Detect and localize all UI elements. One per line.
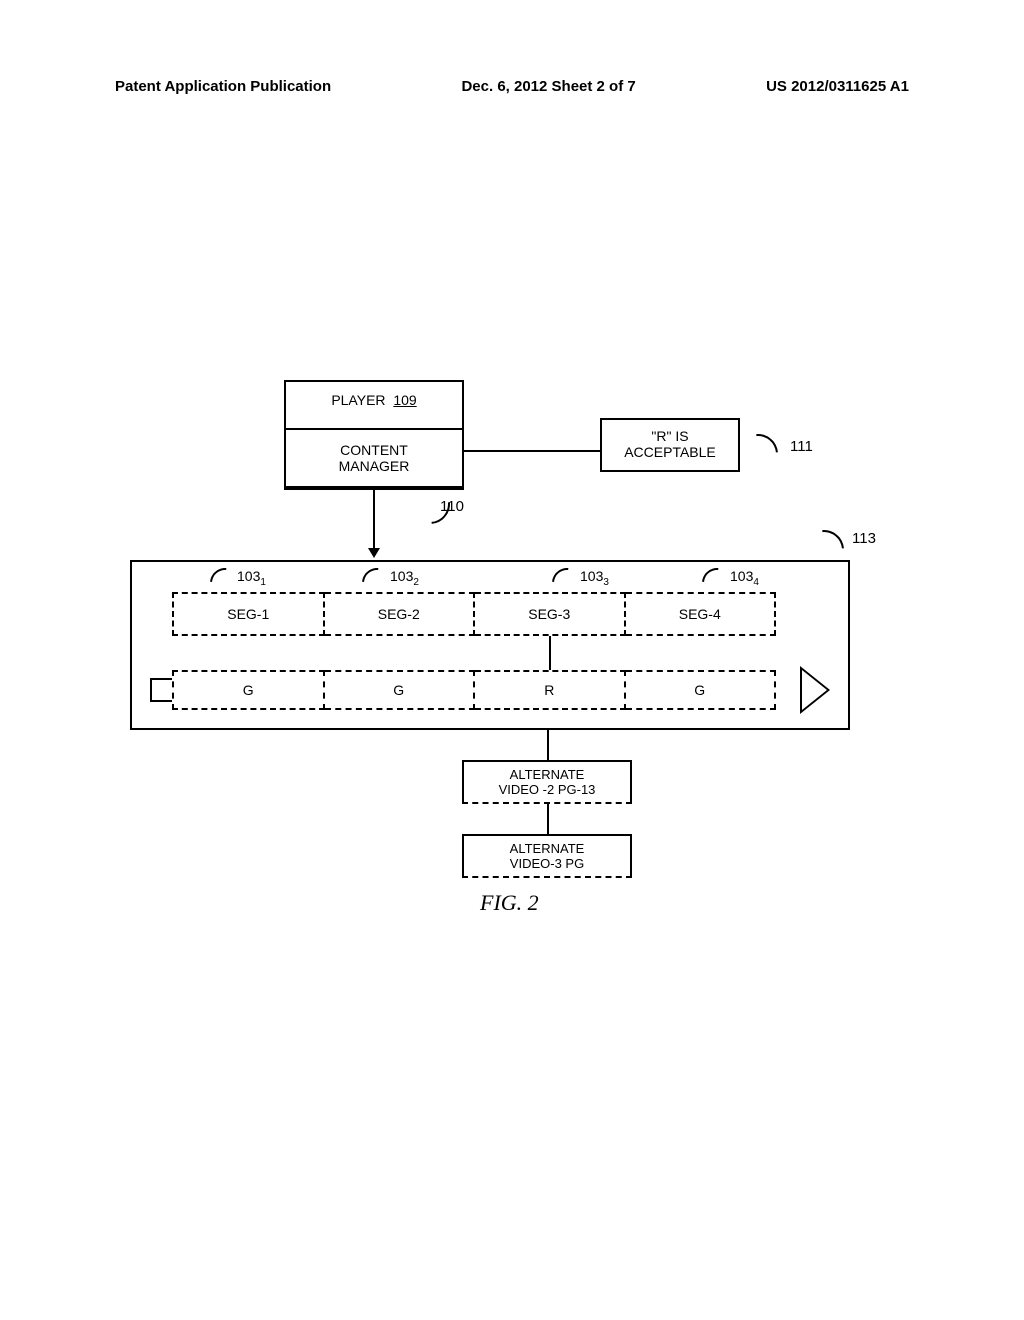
header-center: Dec. 6, 2012 Sheet 2 of 7 (461, 78, 635, 95)
page-header: Patent Application Publication Dec. 6, 2… (0, 78, 1024, 95)
ref-111: 111 (790, 438, 813, 455)
ratings-arrow: G G R G (150, 670, 830, 710)
r-acceptable-box: "R" IS ACCEPTABLE (600, 418, 740, 472)
connector-player-down (373, 490, 375, 550)
header-right: US 2012/0311625 A1 (766, 78, 909, 95)
rating-cell: G (172, 670, 325, 710)
connector-seg3-rating (549, 636, 551, 670)
figure-caption: FIG. 2 (480, 890, 539, 916)
alternate-video-2-label: ALTERNATE VIDEO-3 PG (510, 841, 585, 871)
ref-103-3-sub: 3 (603, 577, 609, 588)
segment-cell: SEG-1 (172, 592, 325, 636)
content-manager-box: CONTENT MANAGER (284, 428, 464, 488)
ref-103-2-sub: 2 (413, 577, 419, 588)
ratings-row: G G R G (172, 670, 776, 710)
player-box: PLAYER 109 CONTENT MANAGER (284, 380, 464, 490)
ref-103-4: 1034 (730, 568, 759, 588)
ref-113: 113 (852, 530, 876, 547)
rating-cell: G (325, 670, 476, 710)
ref-103-3-num: 103 (580, 568, 603, 584)
arrow-head-inner (802, 670, 827, 710)
content-manager-label: CONTENT MANAGER (339, 442, 410, 474)
connector-player-to-accept (464, 450, 600, 452)
ref-103-4-num: 103 (730, 568, 753, 584)
ref-110: 110 (440, 498, 464, 515)
connector-alt1-alt2 (547, 804, 549, 834)
alternate-video-1-label: ALTERNATE VIDEO -2 PG-13 (499, 767, 596, 797)
alternate-video-1-box: ALTERNATE VIDEO -2 PG-13 (462, 760, 632, 804)
ref-103-1-num: 103 (237, 568, 260, 584)
ref-103-2: 1032 (390, 568, 419, 588)
ref-103-1-sub: 1 (260, 577, 266, 588)
ref-103-3: 1033 (580, 568, 609, 588)
rating-cell: R (475, 670, 626, 710)
ref-103-2-num: 103 (390, 568, 413, 584)
rating-cell: G (626, 670, 777, 710)
arrow-down-icon (368, 548, 380, 558)
page: Patent Application Publication Dec. 6, 2… (0, 0, 1024, 1320)
arrow-tail-icon (150, 678, 172, 702)
r-acceptable-label: "R" IS ACCEPTABLE (624, 428, 716, 460)
container-113: 1031 1032 1033 1034 SEG-1 SEG-2 SEG-3 SE… (130, 560, 850, 730)
alternate-video-2-box: ALTERNATE VIDEO-3 PG (462, 834, 632, 878)
player-label: PLAYER (331, 392, 385, 408)
segment-cell: SEG-2 (325, 592, 476, 636)
connector-rating-alt1 (547, 730, 549, 760)
player-title: PLAYER 109 (286, 382, 462, 408)
segments-row: SEG-1 SEG-2 SEG-3 SEG-4 (172, 592, 776, 636)
ref-103-4-sub: 4 (753, 577, 759, 588)
ref-103-1: 1031 (237, 568, 266, 588)
header-left: Patent Application Publication (115, 78, 331, 95)
segment-cell: SEG-4 (626, 592, 777, 636)
segment-cell: SEG-3 (475, 592, 626, 636)
player-refnum: 109 (393, 392, 416, 408)
